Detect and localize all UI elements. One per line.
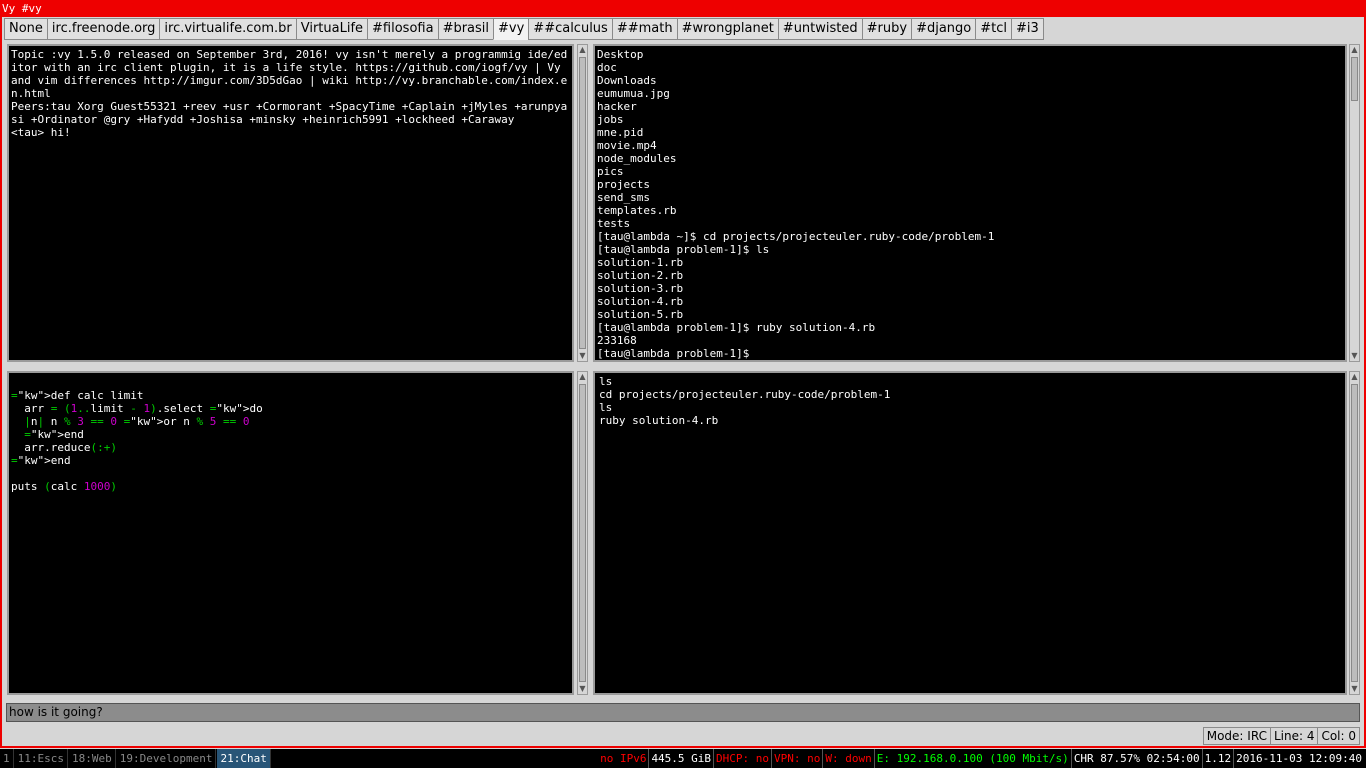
- terminal-line: [tau@lambda problem-1]$ ls: [597, 243, 770, 256]
- channel-tab-bar: None irc.freenode.org irc.virtualife.com.b…: [4, 18, 1044, 40]
- history-line: ls: [599, 401, 613, 414]
- channel-tab[interactable]: #wrongplanet: [676, 18, 778, 40]
- scroll-down-arrow-icon[interactable]: ▼: [578, 684, 587, 694]
- terminal-line: pics: [597, 165, 624, 178]
- load-status: 1.12: [1203, 749, 1235, 768]
- channel-tab[interactable]: VirtuaLife: [295, 18, 368, 40]
- dhcp-status: DHCP: no: [714, 749, 773, 768]
- code-line: ="kw">def calc limit: [11, 389, 144, 402]
- history-scrollbar[interactable]: ▲ ▼: [1349, 371, 1360, 695]
- terminal-line: solution-2.rb: [597, 269, 684, 282]
- ipv6-status: no IPv6: [598, 749, 650, 768]
- code-scrollbar[interactable]: ▲ ▼: [577, 371, 588, 695]
- terminal-line: [tau@lambda problem-1]$ ruby solution-4.…: [597, 321, 876, 334]
- terminal-line: projects: [597, 178, 650, 191]
- channel-tab[interactable]: irc.virtualife.com.br: [159, 18, 296, 40]
- channel-tab[interactable]: #vy: [493, 18, 529, 40]
- window-title: Vy #vy: [0, 0, 1366, 17]
- editor-status-line: Mode: IRC Line: 4 Col: 0: [1202, 727, 1360, 745]
- terminal-line: movie.mp4: [597, 139, 657, 152]
- terminal-line: node_modules: [597, 152, 677, 165]
- channel-tab[interactable]: ##math: [611, 18, 677, 40]
- scroll-down-arrow-icon[interactable]: ▼: [1350, 351, 1359, 361]
- workspace-button[interactable]: 11:Escs: [15, 749, 68, 768]
- terminal-scrollbar[interactable]: ▲ ▼: [1349, 44, 1360, 362]
- channel-tab[interactable]: #i3: [1010, 18, 1044, 40]
- wifi-status: W: down: [823, 749, 875, 768]
- terminal-line: 233168: [597, 334, 637, 347]
- channel-tab[interactable]: #filosofia: [367, 18, 438, 40]
- terminal-line: mne.pid: [597, 126, 644, 139]
- terminal-line: doc: [597, 61, 617, 74]
- history-text: ls cd projects/projecteuler.ruby-code/pro…: [595, 373, 1345, 429]
- terminal-line: [tau@lambda ~]$ cd projects/projecteuler…: [597, 230, 995, 243]
- scroll-up-arrow-icon[interactable]: ▲: [578, 45, 587, 55]
- scroll-up-arrow-icon[interactable]: ▲: [578, 372, 587, 382]
- scroll-thumb[interactable]: [579, 57, 586, 349]
- terminal-line: solution-3.rb: [597, 282, 684, 295]
- workspace-button[interactable]: 1: [0, 749, 14, 768]
- code-line: |n| n % 3 == 0 ="kw">or n % 5 == 0: [24, 415, 250, 428]
- col-indicator: Col: 0: [1317, 727, 1360, 745]
- terminal-line: solution-5.rb: [597, 308, 684, 321]
- status-blocks: no IPv6 445.5 GiB DHCP: no VPN: no W: down E:…: [598, 749, 1364, 768]
- scroll-thumb[interactable]: [1351, 57, 1358, 101]
- line-indicator: Line: 4: [1269, 727, 1318, 745]
- scroll-up-arrow-icon[interactable]: ▲: [1350, 372, 1359, 382]
- code-line: ="kw">end: [11, 454, 71, 467]
- chat-scrollbar[interactable]: ▲ ▼: [577, 44, 588, 362]
- scroll-thumb[interactable]: [1351, 384, 1358, 682]
- mode-indicator: Mode: IRC: [1202, 727, 1270, 745]
- terminal-line: solution-1.rb: [597, 256, 684, 269]
- code-line: arr.reduce(:+): [11, 441, 117, 454]
- terminal-line: solution-4.rb: [597, 295, 684, 308]
- history-line: cd projects/projecteuler.ruby-code/probl…: [599, 388, 891, 401]
- channel-tab[interactable]: #brasil: [437, 18, 494, 40]
- scroll-thumb[interactable]: [579, 384, 586, 682]
- vpn-status: VPN: no: [772, 749, 824, 768]
- code-line: puts (calc 1000): [11, 480, 117, 493]
- channel-tab[interactable]: irc.freenode.org: [46, 18, 160, 40]
- disk-status: 445.5 GiB: [649, 749, 715, 768]
- code-editor-pane[interactable]: ="kw">def calc limit arr = (1..limit - 1…: [7, 371, 574, 695]
- terminal-line: Desktop: [597, 48, 644, 61]
- i3-status-bar: 1 11:Escs 18:Web 19:Development 21:Chat no I…: [0, 749, 1366, 768]
- channel-tab[interactable]: #tcl: [975, 18, 1011, 40]
- code-line: ="kw">end: [24, 428, 84, 441]
- battery-status: CHR 87.57% 02:54:00: [1072, 749, 1203, 768]
- terminal-line: hacker: [597, 100, 637, 113]
- scroll-up-arrow-icon[interactable]: ▲: [1350, 45, 1359, 55]
- channel-tab[interactable]: ##calculus: [528, 18, 612, 40]
- scroll-down-arrow-icon[interactable]: ▼: [578, 351, 587, 361]
- terminal-line: jobs: [597, 113, 624, 126]
- command-history-pane[interactable]: ls cd projects/projecteuler.ruby-code/pro…: [593, 371, 1347, 695]
- terminal-line: Downloads: [597, 74, 657, 87]
- chat-text: Topic :vy 1.5.0 released on September 3r…: [11, 48, 568, 139]
- terminal-line: send_sms: [597, 191, 650, 204]
- terminal-line: eumumua.jpg: [597, 87, 670, 100]
- message-input-text: how is it going?: [9, 705, 103, 719]
- message-input[interactable]: how is it going?: [6, 703, 1360, 722]
- workspace-button[interactable]: 18:Web: [69, 749, 116, 768]
- workspace-button[interactable]: 19:Development: [117, 749, 217, 768]
- chat-pane[interactable]: Topic :vy 1.5.0 released on September 3r…: [7, 44, 574, 362]
- channel-tab[interactable]: #untwisted: [777, 18, 862, 40]
- scroll-down-arrow-icon[interactable]: ▼: [1350, 684, 1359, 694]
- terminal-line: [tau@lambda problem-1]$: [597, 347, 750, 360]
- datetime-status: 2016-11-03 12:09:40: [1236, 752, 1362, 765]
- terminal-line: templates.rb: [597, 204, 677, 217]
- code-line: arr = (1..limit - 1).select ="kw">do: [11, 402, 263, 415]
- history-line: ls: [599, 375, 613, 388]
- code-text: ="kw">def calc limit arr = (1..limit - 1…: [9, 373, 572, 495]
- channel-tab[interactable]: #django: [911, 18, 976, 40]
- workspace-button[interactable]: 21:Chat: [217, 749, 271, 768]
- history-line: ruby solution-4.rb: [599, 414, 719, 427]
- terminal-pane[interactable]: Desktop doc Downloads eumumua.jpg hacker jobs…: [593, 44, 1347, 362]
- channel-tab[interactable]: None: [4, 18, 47, 40]
- terminal-output: Desktop doc Downloads eumumua.jpg hacker jobs…: [595, 46, 1345, 360]
- ethernet-status: E: 192.168.0.100 (100 Mbit/s): [875, 749, 1072, 768]
- terminal-line: tests: [597, 217, 631, 230]
- channel-tab[interactable]: #ruby: [861, 18, 912, 40]
